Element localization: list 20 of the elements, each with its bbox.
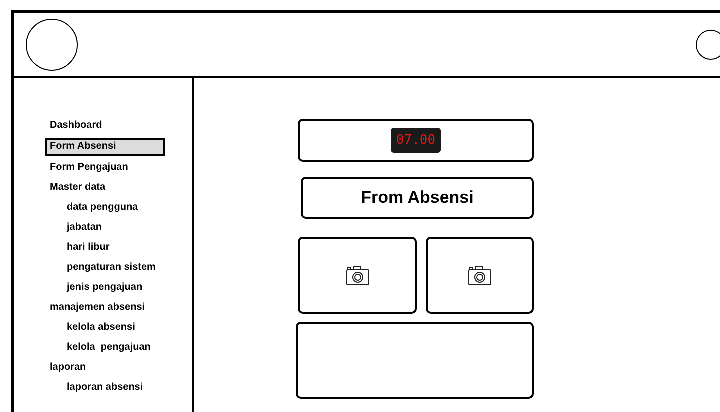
- sidebar-item[interactable]: hari libur: [67, 238, 110, 258]
- sidebar-item[interactable]: jenis pengajuan: [67, 278, 143, 298]
- sidebar-item[interactable]: kelola absensi: [67, 318, 136, 338]
- sidebar-item[interactable]: kelola pengajuan: [67, 338, 151, 358]
- sidebar-item[interactable]: pengaturan sistem: [67, 258, 156, 278]
- photo-upload-card[interactable]: [426, 237, 534, 314]
- sidebar-item[interactable]: Dashboard: [50, 116, 102, 136]
- sidebar-item[interactable]: Master data: [50, 178, 106, 198]
- camera-icon: [468, 266, 492, 286]
- camera-icon: [346, 266, 370, 286]
- sidebar-item[interactable]: manajemen absensi: [50, 298, 146, 318]
- sidebar-item[interactable]: Form Pengajuan: [50, 158, 128, 178]
- form-title: From Absensi: [301, 177, 534, 219]
- sidebar-item[interactable]: Form Absensi: [45, 138, 165, 156]
- sidebar-item[interactable]: data pengguna: [67, 198, 138, 218]
- photo-upload-card[interactable]: [298, 237, 417, 314]
- sidebar-item[interactable]: laporan: [50, 358, 86, 378]
- digital-clock: 07.00: [391, 128, 441, 154]
- sidebar-item[interactable]: laporan absensi: [67, 378, 144, 398]
- sidebar-item[interactable]: jabatan: [67, 218, 102, 238]
